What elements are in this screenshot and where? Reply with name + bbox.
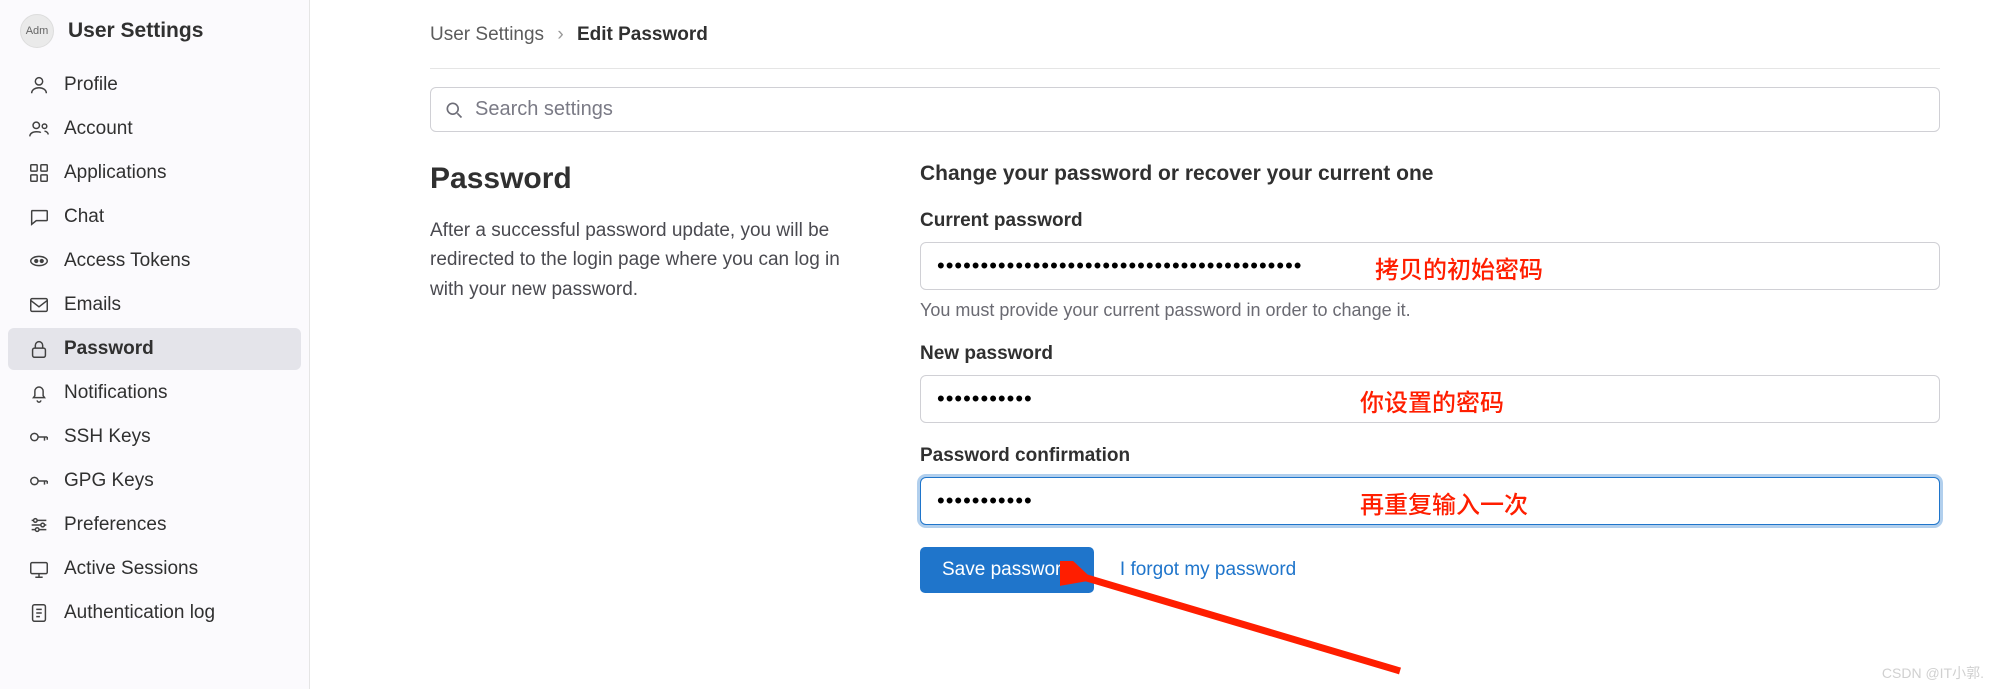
password-icon [28, 338, 50, 360]
sidebar-header: Adm User Settings [0, 14, 309, 62]
sidebar-title: User Settings [68, 19, 203, 43]
form-group-current-password: Current password You must provide your c… [920, 210, 1940, 321]
confirm-password-label: Password confirmation [920, 445, 1940, 467]
sidebar-item-active-sessions[interactable]: Active Sessions [8, 548, 301, 590]
account-icon [28, 118, 50, 140]
sidebar-item-label: Notifications [64, 382, 168, 404]
tokens-icon [28, 250, 50, 272]
search-icon [444, 100, 464, 120]
sidebar-item-label: Profile [64, 74, 118, 96]
sidebar-item-gpg-keys[interactable]: GPG Keys [8, 460, 301, 502]
password-form: Change your password or recover your cur… [920, 162, 1940, 593]
applications-icon [28, 162, 50, 184]
sidebar-item-label: Preferences [64, 514, 166, 536]
sidebar-item-label: Emails [64, 294, 121, 316]
sidebar-item-notifications[interactable]: Notifications [8, 372, 301, 414]
avatar[interactable]: Adm [20, 14, 54, 48]
breadcrumb-current: Edit Password [577, 24, 708, 45]
sidebar-item-label: Account [64, 118, 133, 140]
forgot-password-link[interactable]: I forgot my password [1120, 559, 1296, 581]
section-description: After a successful password update, you … [430, 216, 860, 304]
gpgkeys-icon [28, 470, 50, 492]
sidebar-item-label: Access Tokens [64, 250, 190, 272]
current-password-help: You must provide your current password i… [920, 300, 1940, 321]
sidebar-item-ssh-keys[interactable]: SSH Keys [8, 416, 301, 458]
sidebar-item-account[interactable]: Account [8, 108, 301, 150]
sidebar-item-chat[interactable]: Chat [8, 196, 301, 238]
sidebar-item-profile[interactable]: Profile [8, 64, 301, 106]
profile-icon [28, 74, 50, 96]
chat-icon [28, 206, 50, 228]
form-heading: Change your password or recover your cur… [920, 162, 1940, 186]
emails-icon [28, 294, 50, 316]
chevron-right-icon: › [557, 24, 563, 45]
form-group-new-password: New password 你设置的密码 [920, 343, 1940, 423]
divider [430, 68, 1940, 69]
sidebar: Adm User Settings Profile Account Applic… [0, 0, 310, 689]
current-password-label: Current password [920, 210, 1940, 232]
preferences-icon [28, 514, 50, 536]
sidebar-item-preferences[interactable]: Preferences [8, 504, 301, 546]
main-content: User Settings › Edit Password Password A… [310, 0, 2000, 689]
form-actions: Save password I forgot my password [920, 547, 1940, 593]
sidebar-item-access-tokens[interactable]: Access Tokens [8, 240, 301, 282]
new-password-label: New password [920, 343, 1940, 365]
sidebar-item-label: Applications [64, 162, 166, 184]
section-title: Password [430, 162, 860, 196]
breadcrumb: User Settings › Edit Password [430, 24, 1940, 46]
sidebar-item-label: Password [64, 338, 154, 360]
sidebar-item-password[interactable]: Password [8, 328, 301, 370]
sidebar-item-authentication-log[interactable]: Authentication log [8, 592, 301, 634]
sidebar-item-label: Authentication log [64, 602, 215, 624]
sidebar-item-emails[interactable]: Emails [8, 284, 301, 326]
sshkeys-icon [28, 426, 50, 448]
sidebar-item-label: Chat [64, 206, 104, 228]
sidebar-item-label: Active Sessions [64, 558, 198, 580]
new-password-input[interactable] [920, 375, 1940, 423]
form-group-confirm-password: Password confirmation 再重复输入一次 [920, 445, 1940, 525]
breadcrumb-root[interactable]: User Settings [430, 24, 544, 45]
confirm-password-input[interactable] [920, 477, 1940, 525]
current-password-input[interactable] [920, 242, 1940, 290]
sidebar-nav: Profile Account Applications Chat Access… [0, 64, 309, 634]
notifications-icon [28, 382, 50, 404]
sidebar-item-label: SSH Keys [64, 426, 151, 448]
watermark: CSDN @IT小郭. [1882, 663, 1984, 683]
search-input[interactable] [430, 87, 1940, 132]
save-password-button[interactable]: Save password [920, 547, 1094, 593]
section-info: Password After a successful password upd… [430, 162, 860, 593]
sessions-icon [28, 558, 50, 580]
search-wrap [430, 87, 1940, 132]
sidebar-item-applications[interactable]: Applications [8, 152, 301, 194]
sidebar-item-label: GPG Keys [64, 470, 154, 492]
authlog-icon [28, 602, 50, 624]
